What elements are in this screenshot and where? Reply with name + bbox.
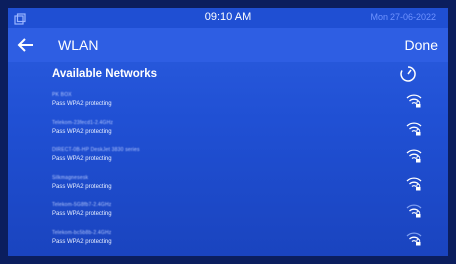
status-date: 27-06-2022 bbox=[390, 12, 437, 22]
wifi-lock-icon bbox=[406, 231, 422, 247]
network-name: Silkmagnesesk bbox=[52, 174, 89, 181]
wifi-lock-icon bbox=[406, 203, 422, 219]
status-day: Mon bbox=[370, 12, 388, 22]
network-security-status: Pass WPA2 protecting bbox=[52, 156, 112, 162]
back-arrow-icon[interactable] bbox=[16, 36, 36, 54]
network-name: Telekom-bc5b8b-2.4GHz bbox=[52, 229, 112, 236]
wifi-lock-icon bbox=[406, 93, 422, 109]
network-security-status: Pass WPA2 protecting bbox=[52, 238, 112, 245]
network-name: PK BOX bbox=[52, 92, 72, 98]
network-security-status: Pass WPA2 protecting bbox=[52, 211, 112, 217]
available-networks-heading: Available Networks bbox=[52, 68, 158, 80]
wifi-lock-icon bbox=[406, 176, 422, 192]
network-security-status: Pass WPA2 protecting bbox=[52, 128, 112, 135]
network-item[interactable]: Telekom-23fecd1-2.4GHz Pass WPA2 protecti… bbox=[8, 118, 448, 144]
refresh-icon[interactable] bbox=[398, 64, 418, 84]
network-item[interactable]: Telekom-5G8fb7-2.4GHz Pass WPA2 protectin… bbox=[8, 200, 448, 226]
network-item[interactable]: Telekom-bc5b8b-2.4GHz Pass WPA2 protectin… bbox=[8, 228, 448, 254]
network-name: Telekom-5G8fb7-2.4GHz bbox=[52, 202, 112, 208]
wifi-lock-icon bbox=[406, 148, 422, 164]
wlan-screen: 09:10 AM Mon 27-06-2022 WLAN Done Availa… bbox=[8, 8, 448, 256]
done-button[interactable]: Done bbox=[405, 37, 438, 53]
page-title: WLAN bbox=[58, 37, 99, 53]
network-item[interactable]: Silkmagnesesk Pass WPA2 protecting bbox=[8, 173, 448, 199]
network-security-status: Pass WPA2 protecting bbox=[52, 101, 112, 107]
network-name: Telekom-23fecd1-2.4GHz bbox=[52, 119, 114, 126]
network-security-status: Pass WPA2 protecting bbox=[52, 183, 112, 190]
network-item[interactable]: PK BOX Pass WPA2 protecting bbox=[8, 90, 448, 116]
network-item[interactable]: DIRECT-0B-HP DeskJet 3830 series Pass WPA… bbox=[8, 145, 448, 171]
header-bar: WLAN Done bbox=[8, 28, 448, 62]
network-name: DIRECT-0B-HP DeskJet 3830 series bbox=[52, 147, 140, 153]
wifi-lock-icon bbox=[406, 121, 422, 137]
status-bar: 09:10 AM Mon 27-06-2022 bbox=[8, 8, 448, 28]
